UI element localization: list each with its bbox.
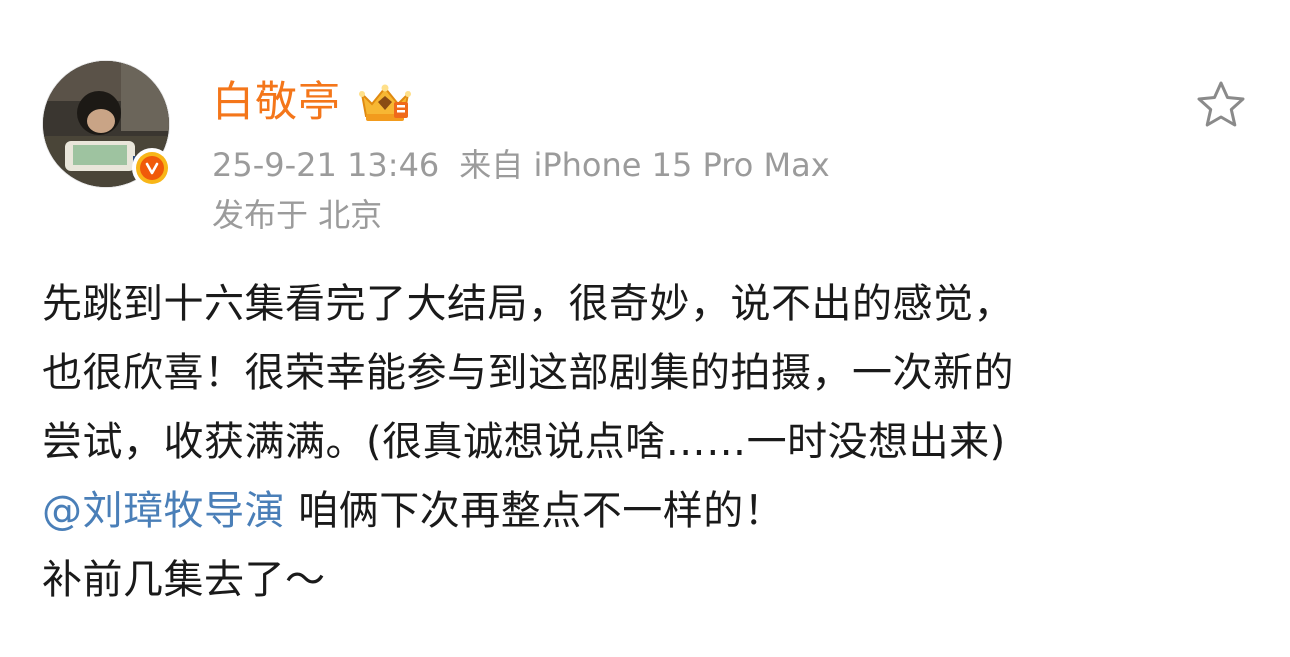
post-meta: 25-9-21 13:46 来自 iPhone 15 Pro Max <box>212 143 830 187</box>
post-line: 先跳到十六集看完了大结局，很奇妙，说不出的感觉， <box>42 281 1014 327</box>
mention-link[interactable]: @刘璋牧导演 <box>42 488 285 534</box>
post-source[interactable]: 来自 iPhone 15 Pro Max <box>459 146 829 184</box>
author-name[interactable]: 白敬亭 <box>212 76 341 128</box>
weibo-post: 白敬亭 25-9-21 13:46 来自 iPhone 15 Pro Max 发布… <box>0 0 1290 657</box>
verified-v-icon <box>132 148 172 188</box>
avatar-container[interactable] <box>42 60 172 190</box>
post-location: 发布于 北京 <box>212 196 383 234</box>
post-line-text: 咱俩下次再整点不一样的！ <box>285 488 785 534</box>
star-icon[interactable] <box>1194 78 1248 132</box>
post-line: 尝试，收获满满。(很真诚想说点啥……一时没想出来) <box>42 419 1006 465</box>
post-line: 也很欣喜！很荣幸能参与到这部剧集的拍摄，一次新的 <box>42 350 1014 396</box>
post-time: 25-9-21 13:46 <box>212 146 440 184</box>
post-line-mention: @刘璋牧导演 咱俩下次再整点不一样的！ <box>42 477 1262 546</box>
crown-vip-icon[interactable] <box>356 80 414 126</box>
post-line: 补前几集去了～ <box>42 557 326 603</box>
post-content: 先跳到十六集看完了大结局，很奇妙，说不出的感觉， 也很欣喜！很荣幸能参与到这部剧… <box>42 270 1262 615</box>
